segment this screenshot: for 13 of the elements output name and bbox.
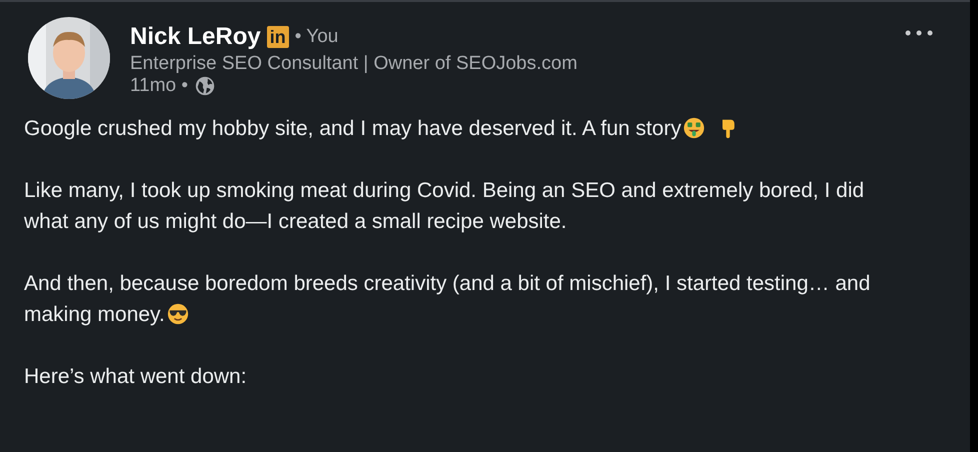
post-paragraph: And then, because boredom breeds creativity (and a bit of mischief), I started testing… and making money. [24,271,872,328]
post-age: 11mo • [130,75,188,97]
post-paragraph: Like many, I took up smoking meat during Covid. Being an SEO and extremely bored, I did what any of us might do—I created a small recipe website. [24,178,866,235]
post-paragraph: Here’s what went down: [24,364,248,390]
money-face-icon [683,117,706,139]
sunglasses-face-icon [166,303,189,325]
author-name[interactable]: Nick LeRoy [130,23,261,51]
globe-icon [194,75,216,97]
linkedin-badge: in [266,26,289,48]
more-options-icon[interactable] [904,28,934,38]
post-paragraph: Google crushed my hobby site, and I may have deserved it. A fun story [24,113,874,144]
relation-label: • You [294,26,338,48]
author-headline: Enterprise SEO Consultant | Owner of SEOJobs.com [130,53,578,75]
